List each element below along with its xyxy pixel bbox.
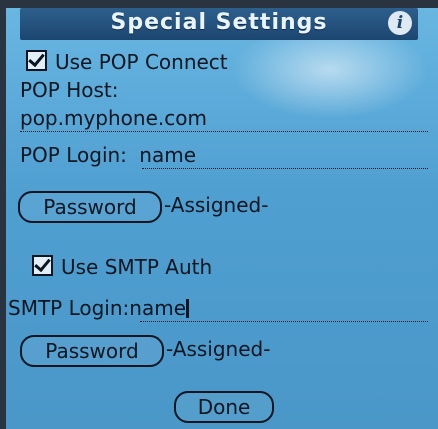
device-bezel-top: [0, 0, 438, 8]
page-title: Special Settings: [110, 10, 328, 35]
settings-screen: Special Settings i Use POP Connect POP H…: [0, 0, 438, 429]
smtp-password-button[interactable]: Password: [20, 335, 164, 367]
smtp-login-field[interactable]: name: [129, 296, 186, 320]
pop-password-status: -Assigned-: [164, 193, 269, 217]
smtp-auth-checkbox-row[interactable]: Use SMTP Auth: [32, 255, 212, 279]
info-icon[interactable]: i: [388, 11, 412, 35]
pop-login-underline: [142, 168, 428, 169]
done-button[interactable]: Done: [174, 391, 274, 423]
pop-login-label: POP Login:: [20, 143, 127, 167]
device-bezel-left: [0, 0, 6, 429]
checkmark-icon[interactable]: [32, 255, 53, 276]
checkmark-icon[interactable]: [26, 50, 47, 71]
pop-connect-checkbox-row[interactable]: Use POP Connect: [26, 50, 228, 74]
pop-login-row: POP Login: name: [20, 143, 196, 167]
pop-host-underline: [20, 131, 428, 132]
text-cursor: [186, 299, 189, 318]
pop-connect-label: Use POP Connect: [55, 50, 228, 74]
smtp-password-status: -Assigned-: [166, 337, 271, 361]
pop-host-label: POP Host:: [20, 78, 119, 102]
smtp-auth-label: Use SMTP Auth: [61, 255, 213, 279]
smtp-login-underline: [140, 321, 428, 322]
smtp-login-label: SMTP Login:: [8, 296, 130, 320]
title-bar: Special Settings i: [20, 8, 418, 40]
pop-login-field[interactable]: name: [139, 143, 196, 167]
pop-host-field[interactable]: pop.myphone.com: [20, 106, 207, 130]
pop-password-button[interactable]: Password: [18, 191, 162, 223]
smtp-login-row: SMTP Login:name: [8, 296, 189, 320]
